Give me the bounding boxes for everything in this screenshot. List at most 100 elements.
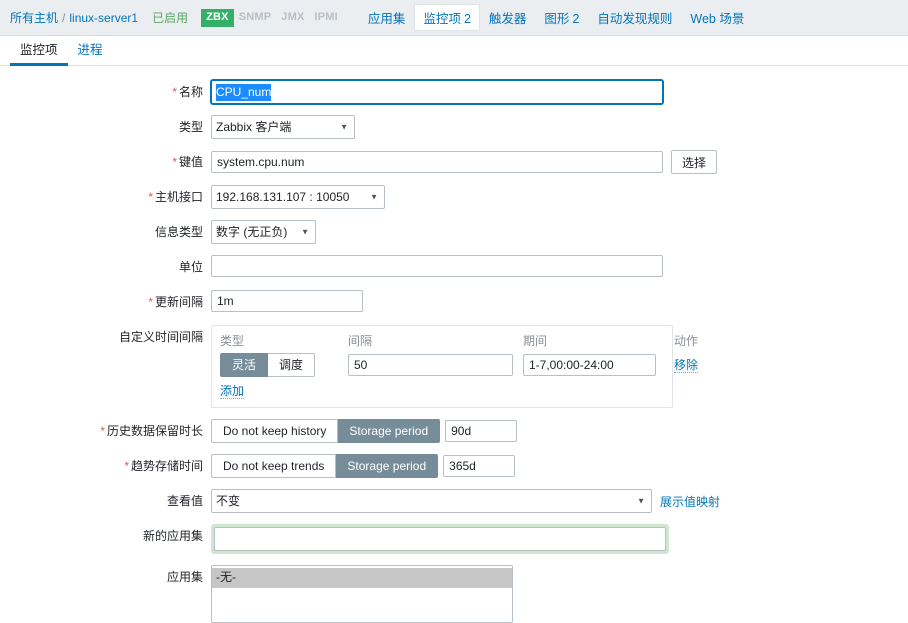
host-interface-select-wrapper: 192.168.131.107 : 10050 <box>211 185 385 209</box>
key-input[interactable] <box>211 151 663 173</box>
field-row-trends: * 趋势存储时间 Do not keep trends Storage perio… <box>0 454 908 478</box>
column-header-delay: 间隔 <box>348 334 373 348</box>
breadcrumb-separator: / <box>62 10 66 25</box>
required-marker-history: * <box>100 424 105 438</box>
nav-tab-graphs-label: 图形 <box>544 12 570 26</box>
label-key: * 键值 <box>0 150 211 174</box>
nav-tab-discovery-rules-label: 自动发现规则 <box>597 12 673 26</box>
custom-interval-period-input[interactable] <box>523 354 656 376</box>
nav-tab-discovery-rules[interactable]: 自动发现规则 <box>588 4 681 31</box>
history-do-not-keep-button[interactable]: Do not keep history <box>211 419 339 443</box>
update-interval-input[interactable] <box>211 290 363 312</box>
label-value-map-text: 查看值 <box>166 494 203 508</box>
required-marker-update-interval: * <box>148 295 153 309</box>
interval-type-flexible-button[interactable]: 灵活 <box>220 353 269 377</box>
label-info-type: 信息类型 <box>0 220 211 244</box>
label-applications: 应用集 <box>0 565 211 589</box>
control-history: Do not keep history Storage period <box>211 419 518 443</box>
field-row-key: *键值 选择 <box>0 150 908 174</box>
label-new-application-text: 新的应用集 <box>142 529 203 543</box>
subtab-preprocessing[interactable]: 进程 <box>68 39 113 65</box>
nav-tab-items-count: 2 <box>463 12 471 26</box>
subtab-preprocessing-label: 进程 <box>77 43 103 57</box>
label-name: * 名称 <box>0 80 211 104</box>
type-select[interactable]: Zabbix 客户端 <box>211 115 355 139</box>
host-header-bar: 所有主机 / linux-server1 已启用 ZBX SNMP JMX IP… <box>0 0 908 36</box>
nav-tab-graphs[interactable]: 图形 2 <box>535 4 588 31</box>
field-row-update-interval: * 更新间隔 <box>0 290 908 314</box>
subtab-item[interactable]: 监控项 <box>10 39 68 66</box>
item-edit-form: *名称 CPU_num 类型 Zabbix 客户端 *键值 选择 <box>0 66 908 623</box>
custom-intervals-header-row: 类型 间隔 期间 动作 <box>220 332 698 353</box>
applications-option-none[interactable]: -无- <box>212 568 512 588</box>
field-row-new-application: 新的应用集 <box>0 524 908 554</box>
custom-interval-delay-cell <box>348 354 523 376</box>
units-input[interactable] <box>211 255 663 277</box>
new-application-input[interactable] <box>214 527 666 551</box>
interval-type-segmented: 灵活 调度 <box>220 353 316 377</box>
interface-badge-ipmi[interactable]: IPMI <box>310 9 343 27</box>
nav-tab-items[interactable]: 监控项 2 <box>414 4 480 31</box>
history-storage-period-button[interactable]: Storage period <box>338 419 441 443</box>
label-host-interface: * 主机接口 <box>0 185 211 209</box>
nav-tab-applications-label: 应用集 <box>367 12 406 26</box>
info-type-select[interactable]: 数字 (无正负) <box>211 220 316 244</box>
label-name-text: 名称 <box>178 85 203 99</box>
label-type: 类型 <box>0 115 211 139</box>
field-row-units: 单位 <box>0 255 908 279</box>
label-units-text: 单位 <box>178 260 203 274</box>
interval-type-scheduling-button[interactable]: 调度 <box>268 353 316 377</box>
host-status-badge[interactable]: 已启用 <box>152 9 188 26</box>
custom-interval-remove-link[interactable]: 移除 <box>673 358 698 373</box>
control-key: 选择 <box>211 150 718 174</box>
field-row-info-type: 信息类型 数字 (无正负) <box>0 220 908 244</box>
field-row-applications: 应用集 -无- <box>0 565 908 623</box>
trends-storage-period-input[interactable] <box>443 455 516 477</box>
label-custom-intervals: 自定义时间间隔 <box>0 325 211 349</box>
label-trends: * 趋势存储时间 <box>0 454 211 478</box>
interface-availability-group: ZBX SNMP JMX IPMI <box>201 8 343 27</box>
field-row-custom-intervals: 自定义时间间隔 类型 间隔 期间 动作 灵活 调度 50 1-7,00:00-2… <box>0 325 908 408</box>
trends-storage-period-button[interactable]: Storage period <box>336 454 439 478</box>
control-name: CPU_num <box>211 80 663 104</box>
interface-badge-snmp[interactable]: SNMP <box>234 9 277 27</box>
nav-tab-triggers[interactable]: 触发器 <box>480 4 536 31</box>
label-trends-text: 趋势存储时间 <box>130 459 203 473</box>
applications-listbox[interactable]: -无- <box>211 565 513 623</box>
label-type-text: 类型 <box>178 120 203 134</box>
interface-badge-jmx[interactable]: JMX <box>276 9 309 27</box>
key-select-button[interactable]: 选择 <box>671 150 718 174</box>
value-map-select-wrapper: 不变 <box>211 489 652 513</box>
control-host-interface: 192.168.131.107 : 10050 <box>211 185 385 209</box>
label-host-interface-text: 主机接口 <box>154 190 203 204</box>
trends-do-not-keep-button[interactable]: Do not keep trends <box>211 454 337 478</box>
field-row-host-interface: * 主机接口 192.168.131.107 : 10050 <box>0 185 908 209</box>
history-mode-segmented: Do not keep history Storage period <box>211 419 441 443</box>
required-marker-name: * <box>172 85 177 99</box>
field-row-name: * 名称 CPU_num <box>0 80 908 104</box>
type-select-wrapper: Zabbix 客户端 <box>211 115 355 139</box>
nav-tab-web-scenarios[interactable]: Web 场景 <box>681 4 753 31</box>
form-subtabs: 监控项 进程 <box>0 36 908 66</box>
control-applications: -无- <box>211 565 513 623</box>
host-interface-select[interactable]: 192.168.131.107 : 10050 <box>211 185 385 209</box>
control-custom-intervals: 类型 间隔 期间 动作 灵活 调度 50 1-7,00:00-24:00 移除 … <box>211 325 698 408</box>
value-map-select[interactable]: 不变 <box>211 489 652 513</box>
name-input[interactable]: CPU_num <box>211 80 663 104</box>
custom-interval-period-cell <box>523 354 666 376</box>
breadcrumb-host-name[interactable]: linux-server1 <box>69 11 138 25</box>
nav-tab-triggers-label: 触发器 <box>488 12 527 26</box>
custom-interval-action-cell: 移除 <box>666 358 698 373</box>
history-storage-period-input[interactable] <box>445 420 518 442</box>
field-row-type: 类型 Zabbix 客户端 <box>0 115 908 139</box>
interface-badge-zbx[interactable]: ZBX <box>201 8 234 27</box>
info-type-select-wrapper: 数字 (无正负) <box>211 220 316 244</box>
required-marker-trends: * <box>124 459 129 473</box>
breadcrumb-all-hosts[interactable]: 所有主机 <box>10 9 58 26</box>
field-row-value-map: 查看值 不变 展示值映射 <box>0 489 908 513</box>
custom-interval-add-link[interactable]: 添加 <box>220 384 245 399</box>
nav-tab-applications[interactable]: 应用集 <box>359 4 415 31</box>
column-header-period: 期间 <box>523 334 548 348</box>
custom-interval-delay-input[interactable] <box>348 354 513 376</box>
show-value-mappings-link[interactable]: 展示值映射 <box>660 493 720 510</box>
